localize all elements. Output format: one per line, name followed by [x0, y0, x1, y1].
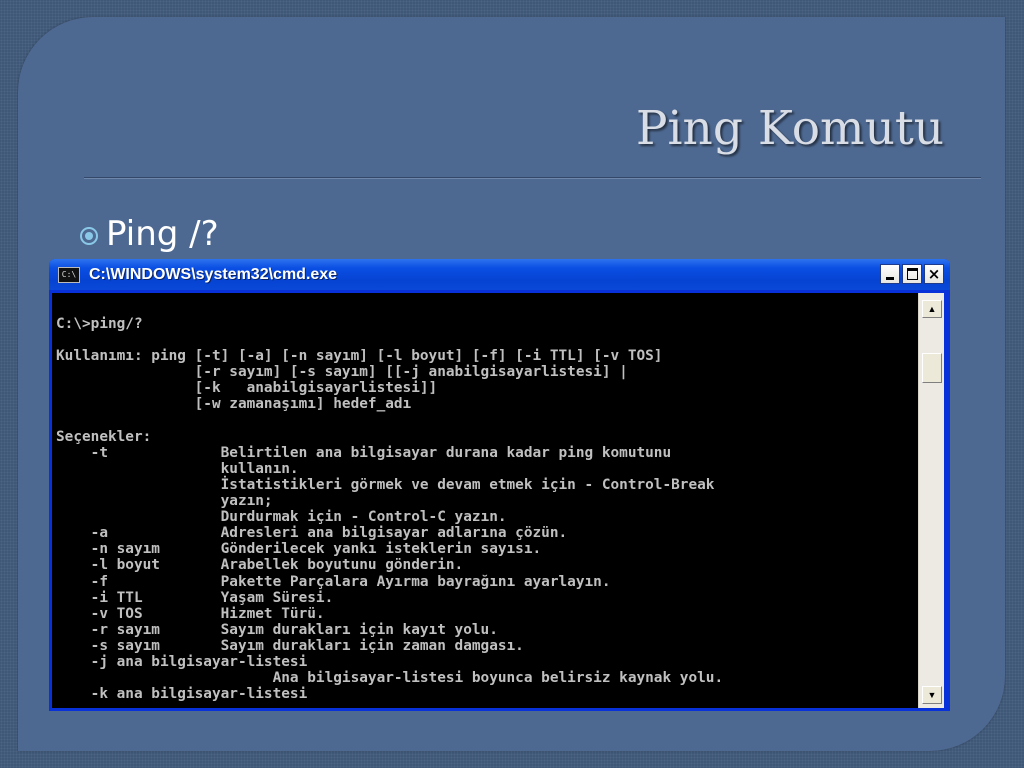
console-line: [-r sayım] [-s sayım] [[-j anabilgisayar…	[56, 364, 628, 381]
minimize-button[interactable]	[880, 264, 900, 284]
scroll-down-button[interactable]: ▼	[922, 686, 942, 704]
arrow-down-icon: ▼	[927, 690, 937, 700]
scroll-up-button[interactable]: ▲	[922, 300, 942, 318]
console-line: -k ana bilgisayar-listesi	[56, 686, 308, 703]
maximize-button[interactable]	[902, 264, 922, 284]
cmd-icon[interactable]: C:\	[58, 266, 80, 283]
scroll-thumb[interactable]	[922, 353, 942, 383]
console-line: -a Adresleri ana bilgisayar adlarına çöz…	[56, 525, 568, 542]
bullet-item: Ping /?	[80, 214, 219, 254]
console-line: kullanın.	[56, 460, 299, 477]
console-line: Durdurmak için - Control-C yazın.	[56, 509, 507, 526]
console-line: -r sayım Sayım durakları için kayıt yolu…	[56, 621, 498, 638]
window-controls: ×	[880, 264, 944, 284]
console-line: -t Belirtilen ana bilgisayar durana kada…	[56, 444, 672, 461]
maximize-icon	[906, 268, 918, 280]
window-title: C:\WINDOWS\system32\cmd.exe	[89, 265, 338, 283]
console-line: Seçenekler:	[56, 428, 152, 445]
console-line: -l boyut Arabellek boyutunu gönderin.	[56, 557, 464, 574]
console-line: [-w zamanaşımı] hedef_adı	[56, 396, 412, 413]
close-icon: ×	[927, 265, 941, 283]
console-text: C:\>ping/? Kullanımı: ping [-t] [-a] [-n…	[52, 293, 918, 702]
console-line: -n sayım Gönderilecek yankı isteklerin s…	[56, 541, 542, 558]
console-line: -v TOS Hizmet Türü.	[56, 605, 325, 622]
cmd-window[interactable]: C:\ C:\WINDOWS\system32\cmd.exe × C:\>pi…	[49, 259, 950, 711]
console-line: -s sayım Sayım durakları için zaman damg…	[56, 637, 524, 654]
close-button[interactable]: ×	[924, 264, 944, 284]
window-titlebar[interactable]: C:\ C:\WINDOWS\system32\cmd.exe ×	[49, 259, 950, 290]
title-divider	[84, 177, 981, 179]
minimize-icon	[886, 276, 894, 280]
bullet-text: Ping /?	[106, 214, 219, 254]
console-line: -i TTL Yaşam Süresi.	[56, 589, 334, 606]
console-line: Ana bilgisayar-listesi boyunca belirsiz …	[56, 670, 724, 687]
console-line: C:\>ping/?	[56, 316, 143, 332]
arrow-up-icon: ▲	[927, 304, 937, 314]
console-line: yazın;	[56, 493, 273, 510]
console-line: Kullanımı: ping [-t] [-a] [-n sayım] [-l…	[56, 348, 663, 365]
console-line: -j ana bilgisayar-listesi	[56, 653, 308, 670]
console-line: -f Pakette Parçalara Ayırma bayrağını ay…	[56, 573, 611, 590]
bullet-circle-icon	[80, 227, 98, 245]
vertical-scrollbar[interactable]: ▲ ▼	[918, 293, 944, 708]
console-line: [-k anabilgisayarlistesi]]	[56, 380, 438, 397]
console-output[interactable]: C:\>ping/? Kullanımı: ping [-t] [-a] [-n…	[52, 293, 918, 708]
slide-title: Ping Komutu	[635, 101, 944, 156]
console-line: İstatistikleri görmek ve devam etmek içi…	[56, 476, 715, 493]
